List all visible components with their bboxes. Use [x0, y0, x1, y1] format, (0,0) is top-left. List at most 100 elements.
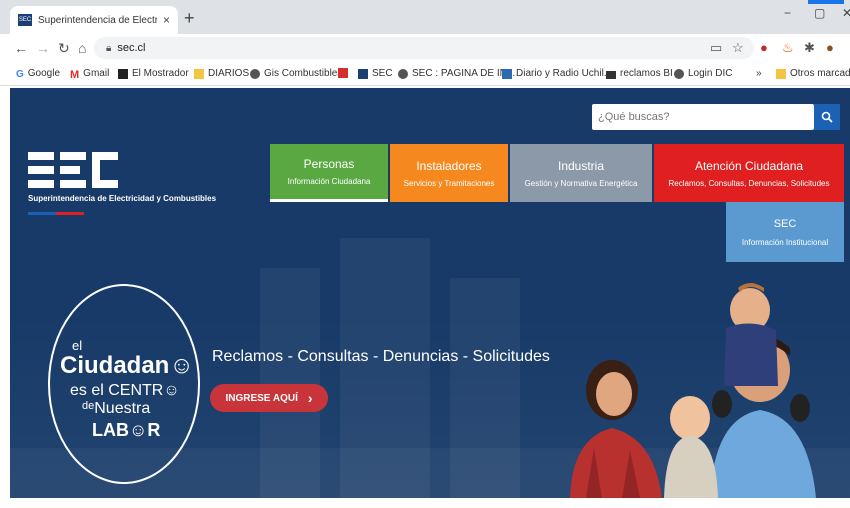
profile-accent: [808, 0, 844, 4]
bookmark-label: Gis Combustibles: [264, 68, 343, 79]
bookmark-label: SEC : PAGINA DE IN...: [412, 68, 516, 79]
sec-favicon-icon: SEC: [18, 14, 32, 26]
browser-tab-bar: SEC Superintendencia de Electricidad × +…: [0, 0, 850, 34]
search-button[interactable]: [814, 104, 840, 130]
search-placeholder: ¿Qué buscas?: [598, 111, 670, 123]
cast-icon[interactable]: ▭: [710, 40, 722, 56]
bookmark-reclamos-bi[interactable]: reclamos BI: [606, 68, 673, 79]
gmail-icon: M: [70, 68, 80, 81]
bookmark-gmail[interactable]: M Gmail: [70, 68, 110, 81]
bookmark-label: Google: [27, 68, 61, 79]
lock-icon: 🔒︎: [106, 42, 112, 54]
family-illustration: [570, 283, 816, 498]
minimize-icon[interactable]: −: [784, 6, 791, 20]
maximize-icon[interactable]: ▢: [814, 6, 825, 20]
url-field[interactable]: 🔒︎ sec.cl: [94, 37, 754, 59]
browser-tab[interactable]: SEC Superintendencia de Electricidad ×: [10, 6, 178, 34]
menu-personas[interactable]: Personas Información Ciudadana: [270, 144, 388, 202]
bookmark-sec[interactable]: SEC: [358, 68, 393, 79]
more-icon: »: [756, 68, 762, 79]
bookmark-sec-pagina[interactable]: SEC : PAGINA DE IN...: [398, 68, 515, 79]
cta-label: INGRESE AQUÍ: [225, 392, 298, 404]
chart-icon: [606, 69, 616, 79]
folder-icon: [776, 68, 786, 79]
menu-subtitle: Servicios y Tramitaciones: [403, 178, 495, 188]
ingrese-aqui-button[interactable]: INGRESE AQUÍ ›: [210, 384, 328, 412]
lt-icon: [338, 68, 348, 78]
close-window-icon[interactable]: ✕: [842, 6, 850, 20]
bookmark-label: El Mostrador: [132, 68, 189, 79]
menu-sec-institucional[interactable]: SEC Información Institucional: [726, 202, 844, 262]
tab-close-icon[interactable]: ×: [163, 13, 170, 27]
menu-industria[interactable]: Industria Gestión y Normativa Energética: [510, 144, 652, 202]
new-tab-button[interactable]: +: [184, 8, 195, 29]
menu-title: SEC: [773, 217, 797, 230]
bookmark-label: Login DIC: [688, 68, 733, 79]
bookmark-gis-combustibles[interactable]: Gis Combustibles: [250, 68, 342, 79]
back-icon[interactable]: ←: [14, 40, 28, 56]
logo-stripe-blue: [28, 212, 56, 215]
extensions-puzzle-icon[interactable]: ✱: [804, 40, 815, 56]
slogan-es-el-centro: es el CENTR☺: [70, 382, 180, 399]
sec-logo[interactable]: Superintendencia de Electricidad y Combu…: [28, 152, 238, 222]
bookmark-label: Otros marcadores: [790, 68, 850, 79]
menu-title: Atención Ciudadana: [694, 158, 804, 173]
home-icon[interactable]: ⌂: [78, 40, 86, 56]
globe-icon: [398, 68, 408, 79]
tab-title: Superintendencia de Electricidad: [38, 14, 157, 26]
url-text: sec.cl: [117, 42, 146, 54]
extension-flame-icon[interactable]: ♨: [782, 40, 794, 56]
globe-icon: [250, 68, 260, 79]
menu-title: Instaladores: [416, 158, 482, 173]
slogan-de-nuestra: deNuestra: [82, 400, 150, 418]
bookmark-otros-marcadores[interactable]: Otros marcadores: [776, 68, 850, 79]
extension-icon[interactable]: ●: [760, 40, 768, 55]
bookmark-google[interactable]: G Google: [16, 68, 61, 80]
slogan-nuestra: Nuestra: [94, 400, 151, 417]
menu-atencion-ciudadana[interactable]: Atención Ciudadana Reclamos, Consultas, …: [654, 144, 844, 202]
slogan-el: el: [72, 338, 83, 353]
uchile-icon: [502, 68, 512, 79]
bookmark-label: reclamos BI: [620, 68, 673, 79]
bookmarks-more[interactable]: »: [756, 68, 762, 79]
logo-text: Superintendencia de Electricidad y Combu…: [28, 194, 217, 203]
headline: Reclamos - Consultas - Denuncias - Solic…: [212, 348, 550, 365]
bookmark-label: Diario y Radio Uchil...: [516, 68, 613, 79]
menu-title: Industria: [557, 158, 605, 173]
sec-icon: [358, 68, 368, 79]
slogan-labor: LAB☺R: [92, 420, 161, 440]
menu-subtitle: Información Ciudadana: [287, 177, 371, 186]
mostrador-icon: [118, 68, 128, 79]
profile-avatar-icon[interactable]: ●: [826, 40, 834, 55]
reload-icon[interactable]: ↻: [58, 40, 70, 57]
slogan-circle: el Ciudadan☺ es el CENTR☺ deNuestra LAB☺…: [48, 284, 200, 484]
menu-instaladores[interactable]: Instaladores Servicios y Tramitaciones: [390, 144, 508, 202]
bookmark-uchile[interactable]: Diario y Radio Uchil...: [502, 68, 612, 79]
bookmarks-bar: G Google M Gmail El Mostrador DIARIOS Gi…: [0, 62, 850, 86]
bookmark-red-l[interactable]: [338, 68, 352, 78]
bookmark-label: Gmail: [83, 68, 110, 79]
slogan-de: de: [82, 400, 95, 412]
menu-subtitle: Información Institucional: [741, 237, 829, 247]
google-icon: G: [16, 68, 24, 80]
slogan-ciudadano: Ciudadan☺: [60, 352, 194, 379]
bookmark-star-icon[interactable]: ☆: [732, 40, 744, 56]
bookmark-el-mostrador[interactable]: El Mostrador: [118, 68, 189, 79]
globe-icon: [674, 68, 684, 79]
bookmark-diarios[interactable]: DIARIOS: [194, 68, 249, 79]
sec-logo-mark: [28, 152, 118, 190]
menu-subtitle: Gestión y Normativa Energética: [524, 178, 638, 188]
bookmark-label: DIARIOS: [208, 68, 250, 79]
forward-icon[interactable]: →: [36, 40, 50, 56]
bookmark-login-dic[interactable]: Login DIC: [674, 68, 732, 79]
folder-icon: [194, 68, 204, 79]
logo-stripe-red: [56, 212, 84, 215]
chevron-right-icon: ›: [307, 390, 313, 406]
search-input[interactable]: ¿Qué buscas?: [592, 104, 814, 130]
menu-title: Personas: [303, 157, 355, 171]
bookmark-label: SEC: [372, 68, 393, 79]
family-photo: [550, 278, 850, 498]
menu-subtitle: Reclamos, Consultas, Denuncias, Solicitu…: [668, 178, 830, 188]
sec-website: ¿Qué buscas? Superintendencia de Electri…: [10, 88, 850, 498]
search-icon: [821, 111, 833, 123]
